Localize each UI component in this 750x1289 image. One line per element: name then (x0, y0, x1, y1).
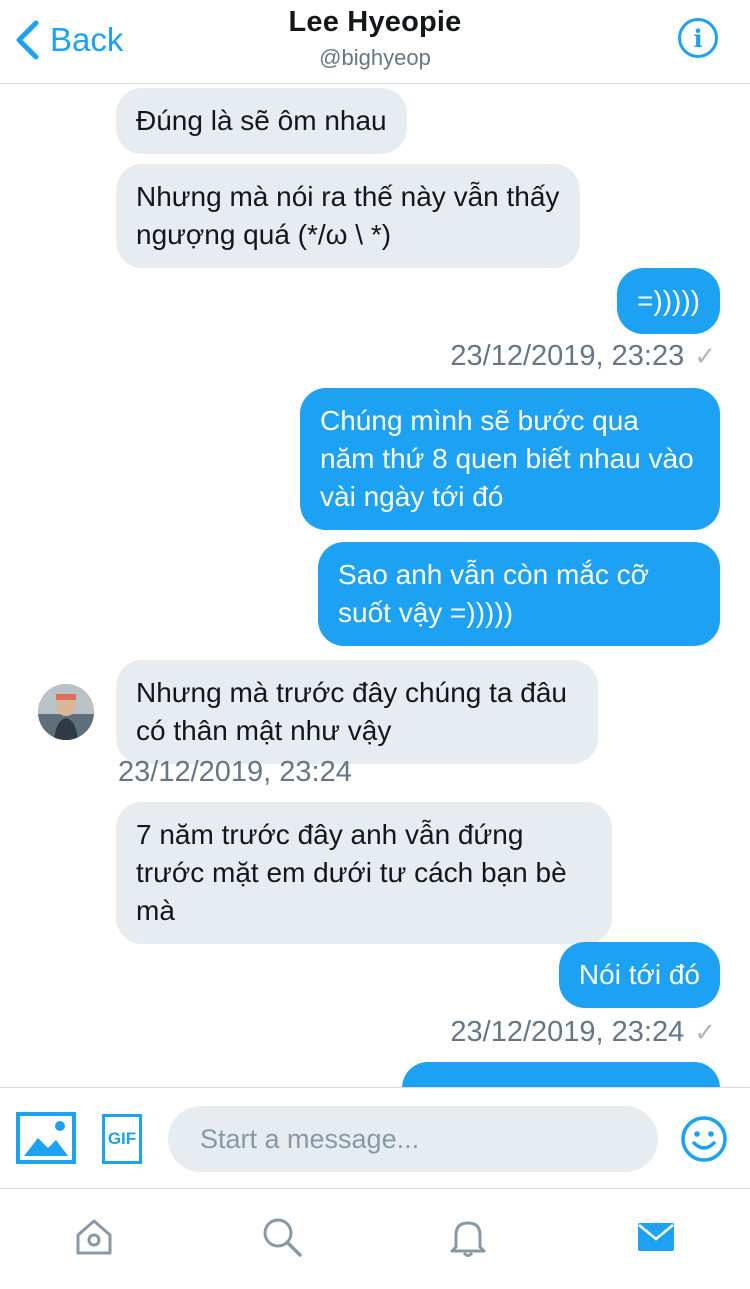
message-input[interactable] (168, 1106, 658, 1172)
message-bubble-incoming: 7 năm trước đây anh vẫn đứng trước mặt e… (116, 802, 612, 944)
home-icon[interactable] (64, 1207, 124, 1267)
timestamp-text: 23/12/2019, 23:23 (450, 340, 685, 372)
user-handle: @bighyeop (319, 45, 431, 70)
avatar[interactable] (38, 684, 94, 740)
image-icon[interactable] (16, 1112, 76, 1164)
message-bubble-incoming: Nhưng mà nói ra thế này vẫn thấy ngượng … (116, 164, 580, 268)
check-icon: ✓ (694, 341, 716, 371)
page-title: Lee Hyeopie (288, 6, 462, 38)
tab-bar (0, 1189, 750, 1289)
avatar-image (38, 684, 94, 740)
message-bubble-outgoing: =))))) (617, 268, 720, 334)
conversation-header: Back Lee Hyeopie @bighyeop i (0, 0, 750, 84)
message-bubble-outgoing-partial (402, 1062, 720, 1087)
message-timestamp: 23/12/2019, 23:24 (118, 756, 352, 788)
info-icon[interactable]: i (678, 18, 718, 58)
message-bubble-incoming: Đúng là sẽ ôm nhau (116, 88, 407, 154)
gif-icon[interactable]: GIF (102, 1114, 142, 1164)
message-bubble-outgoing: Nói tới đó (558, 942, 720, 1008)
message-bubble-incoming: Nhưng mà trước đây chúng ta đâu có thân … (116, 660, 598, 764)
message-list[interactable]: Đúng là sẽ ôm nhau Nhưng mà nói ra thế n… (0, 84, 750, 1087)
message-bubble-outgoing: Chúng mình sẽ bước qua năm thứ 8 quen bi… (300, 388, 720, 530)
message-timestamp: 23/12/2019, 23:24 ✓ (450, 1016, 716, 1049)
gif-label: GIF (107, 1129, 137, 1148)
message-composer: GIF (0, 1087, 750, 1189)
search-icon[interactable] (252, 1207, 312, 1267)
bell-icon[interactable] (438, 1207, 498, 1267)
message-bubble-outgoing: Sao anh vẫn còn mắc cỡ suốt vậy =))))) (318, 542, 720, 646)
timestamp-text: 23/12/2019, 23:24 (450, 1016, 685, 1048)
emoji-icon[interactable] (680, 1115, 728, 1163)
mail-icon[interactable] (626, 1207, 686, 1267)
check-icon: ✓ (694, 1017, 716, 1047)
message-timestamp: 23/12/2019, 23:23 ✓ (450, 340, 716, 373)
conversation-title-block[interactable]: Lee Hyeopie @bighyeop (0, 6, 750, 71)
